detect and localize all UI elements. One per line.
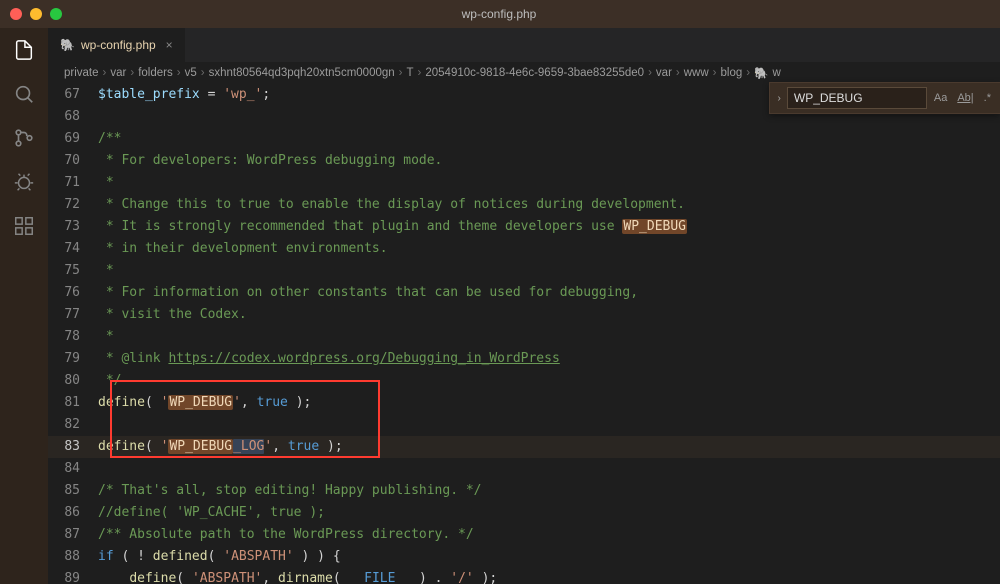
debug-icon[interactable]	[12, 170, 36, 194]
tab-wp-config[interactable]: 🐘 wp-config.php ×	[48, 28, 186, 62]
whole-word-toggle[interactable]: Ab|	[954, 90, 976, 106]
minimize-window-button[interactable]	[30, 8, 42, 20]
php-file-icon: 🐘	[754, 66, 768, 80]
activity-bar	[0, 28, 48, 584]
title-bar: wp-config.php	[0, 0, 1000, 28]
tab-label: wp-config.php	[81, 38, 156, 52]
find-input[interactable]	[787, 87, 927, 109]
editor-pane[interactable]: 67$table_prefix = 'wp_'; 68 69/** 70 * F…	[48, 84, 1000, 584]
window-controls	[10, 8, 62, 20]
window-title: wp-config.php	[62, 7, 936, 21]
close-tab-icon[interactable]: ×	[166, 38, 173, 52]
explorer-icon[interactable]	[12, 38, 36, 62]
tab-bar: 🐘 wp-config.php ×	[48, 28, 1000, 62]
expand-replace-icon[interactable]: ›	[776, 93, 783, 104]
find-widget: › Aa Ab| .*	[769, 82, 1000, 114]
php-file-icon: 🐘	[60, 38, 75, 52]
match-case-toggle[interactable]: Aa	[931, 90, 950, 106]
regex-toggle[interactable]: .*	[981, 90, 994, 106]
search-icon[interactable]	[12, 82, 36, 106]
close-window-button[interactable]	[10, 8, 22, 20]
extensions-icon[interactable]	[12, 214, 36, 238]
source-control-icon[interactable]	[12, 126, 36, 150]
maximize-window-button[interactable]	[50, 8, 62, 20]
breadcrumb[interactable]: private› var› folders› v5› sxhnt80564qd3…	[48, 62, 1000, 84]
